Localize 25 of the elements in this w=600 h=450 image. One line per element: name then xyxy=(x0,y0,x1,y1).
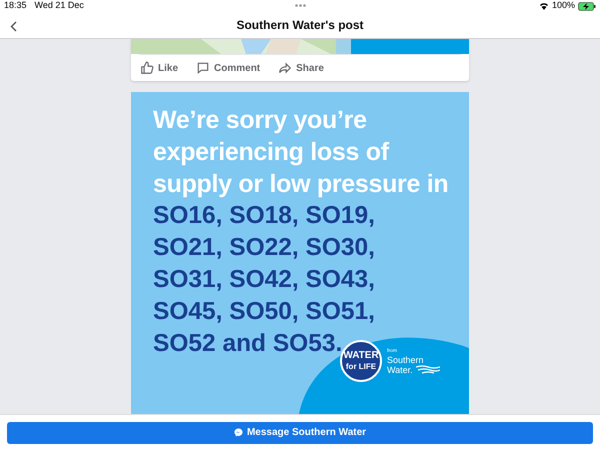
postcode-line: SO21, SO22, SO30, xyxy=(153,233,375,263)
wifi-icon xyxy=(538,2,549,10)
thumbs-up-icon xyxy=(140,61,154,75)
chevron-left-icon xyxy=(10,20,16,32)
brand-name: Water. xyxy=(387,364,413,374)
messenger-icon xyxy=(234,428,243,437)
share-arrow-icon xyxy=(278,61,292,75)
speech-bubble-icon xyxy=(196,61,210,75)
postcode-line: SO45, SO50, SO51, xyxy=(153,297,375,327)
postcode-line: SO31, SO42, SO43, xyxy=(153,265,375,295)
postcode-line: SO16, SO18, SO19, xyxy=(153,201,375,231)
apology-headline: We’re sorry you’re experiencing loss of supply or low pressure in xyxy=(153,105,450,200)
postcode-line: SO52 and SO53. xyxy=(153,329,342,359)
battery-icon xyxy=(578,2,596,10)
status-time: 18:35 xyxy=(4,0,27,12)
page-title: Southern Water's post xyxy=(236,17,364,34)
brand-name: Southern xyxy=(387,354,425,364)
wave-icon xyxy=(416,365,440,374)
like-button[interactable]: Like xyxy=(140,60,178,76)
battery-percent: 100% xyxy=(552,0,575,12)
message-button[interactable]: Message Southern Water xyxy=(7,422,593,444)
comment-button[interactable]: Comment xyxy=(196,60,260,76)
status-date: Wed 21 Dec xyxy=(34,0,84,12)
share-button[interactable]: Share xyxy=(278,60,324,76)
more-dots-icon xyxy=(295,4,306,7)
